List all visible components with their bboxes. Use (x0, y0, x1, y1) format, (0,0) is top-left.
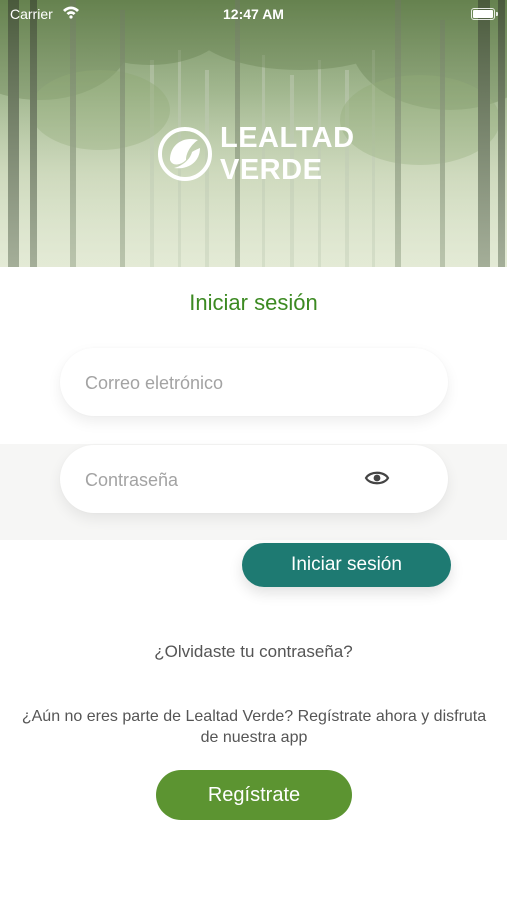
email-field[interactable] (60, 348, 448, 418)
leaf-logo-icon (158, 127, 212, 181)
register-button[interactable]: Regístrate (156, 770, 352, 820)
hero-forest-banner: Carrier 12:47 AM LEALTAD VERDE (0, 0, 507, 267)
email-input[interactable] (83, 348, 367, 418)
battery-icon (471, 8, 498, 20)
eye-icon[interactable] (364, 467, 390, 489)
forgot-password-link[interactable]: ¿Olvidaste tu contraseña? (0, 642, 507, 662)
brand-name-line2: VERDE (220, 154, 323, 186)
brand-name: LEALTAD VERDE (220, 122, 355, 186)
brand-name-line1: LEALTAD (220, 122, 355, 154)
password-input[interactable] (83, 445, 367, 515)
brand-logo: LEALTAD VERDE (158, 122, 358, 186)
status-bar: Carrier 12:47 AM (0, 0, 507, 28)
status-time: 12:47 AM (223, 6, 284, 22)
login-button[interactable]: Iniciar sesión (242, 543, 451, 587)
register-prompt: ¿Aún no eres parte de Lealtad Verde? Reg… (21, 708, 487, 746)
page-title: Iniciar sesión (189, 290, 318, 315)
password-field[interactable] (60, 445, 448, 515)
